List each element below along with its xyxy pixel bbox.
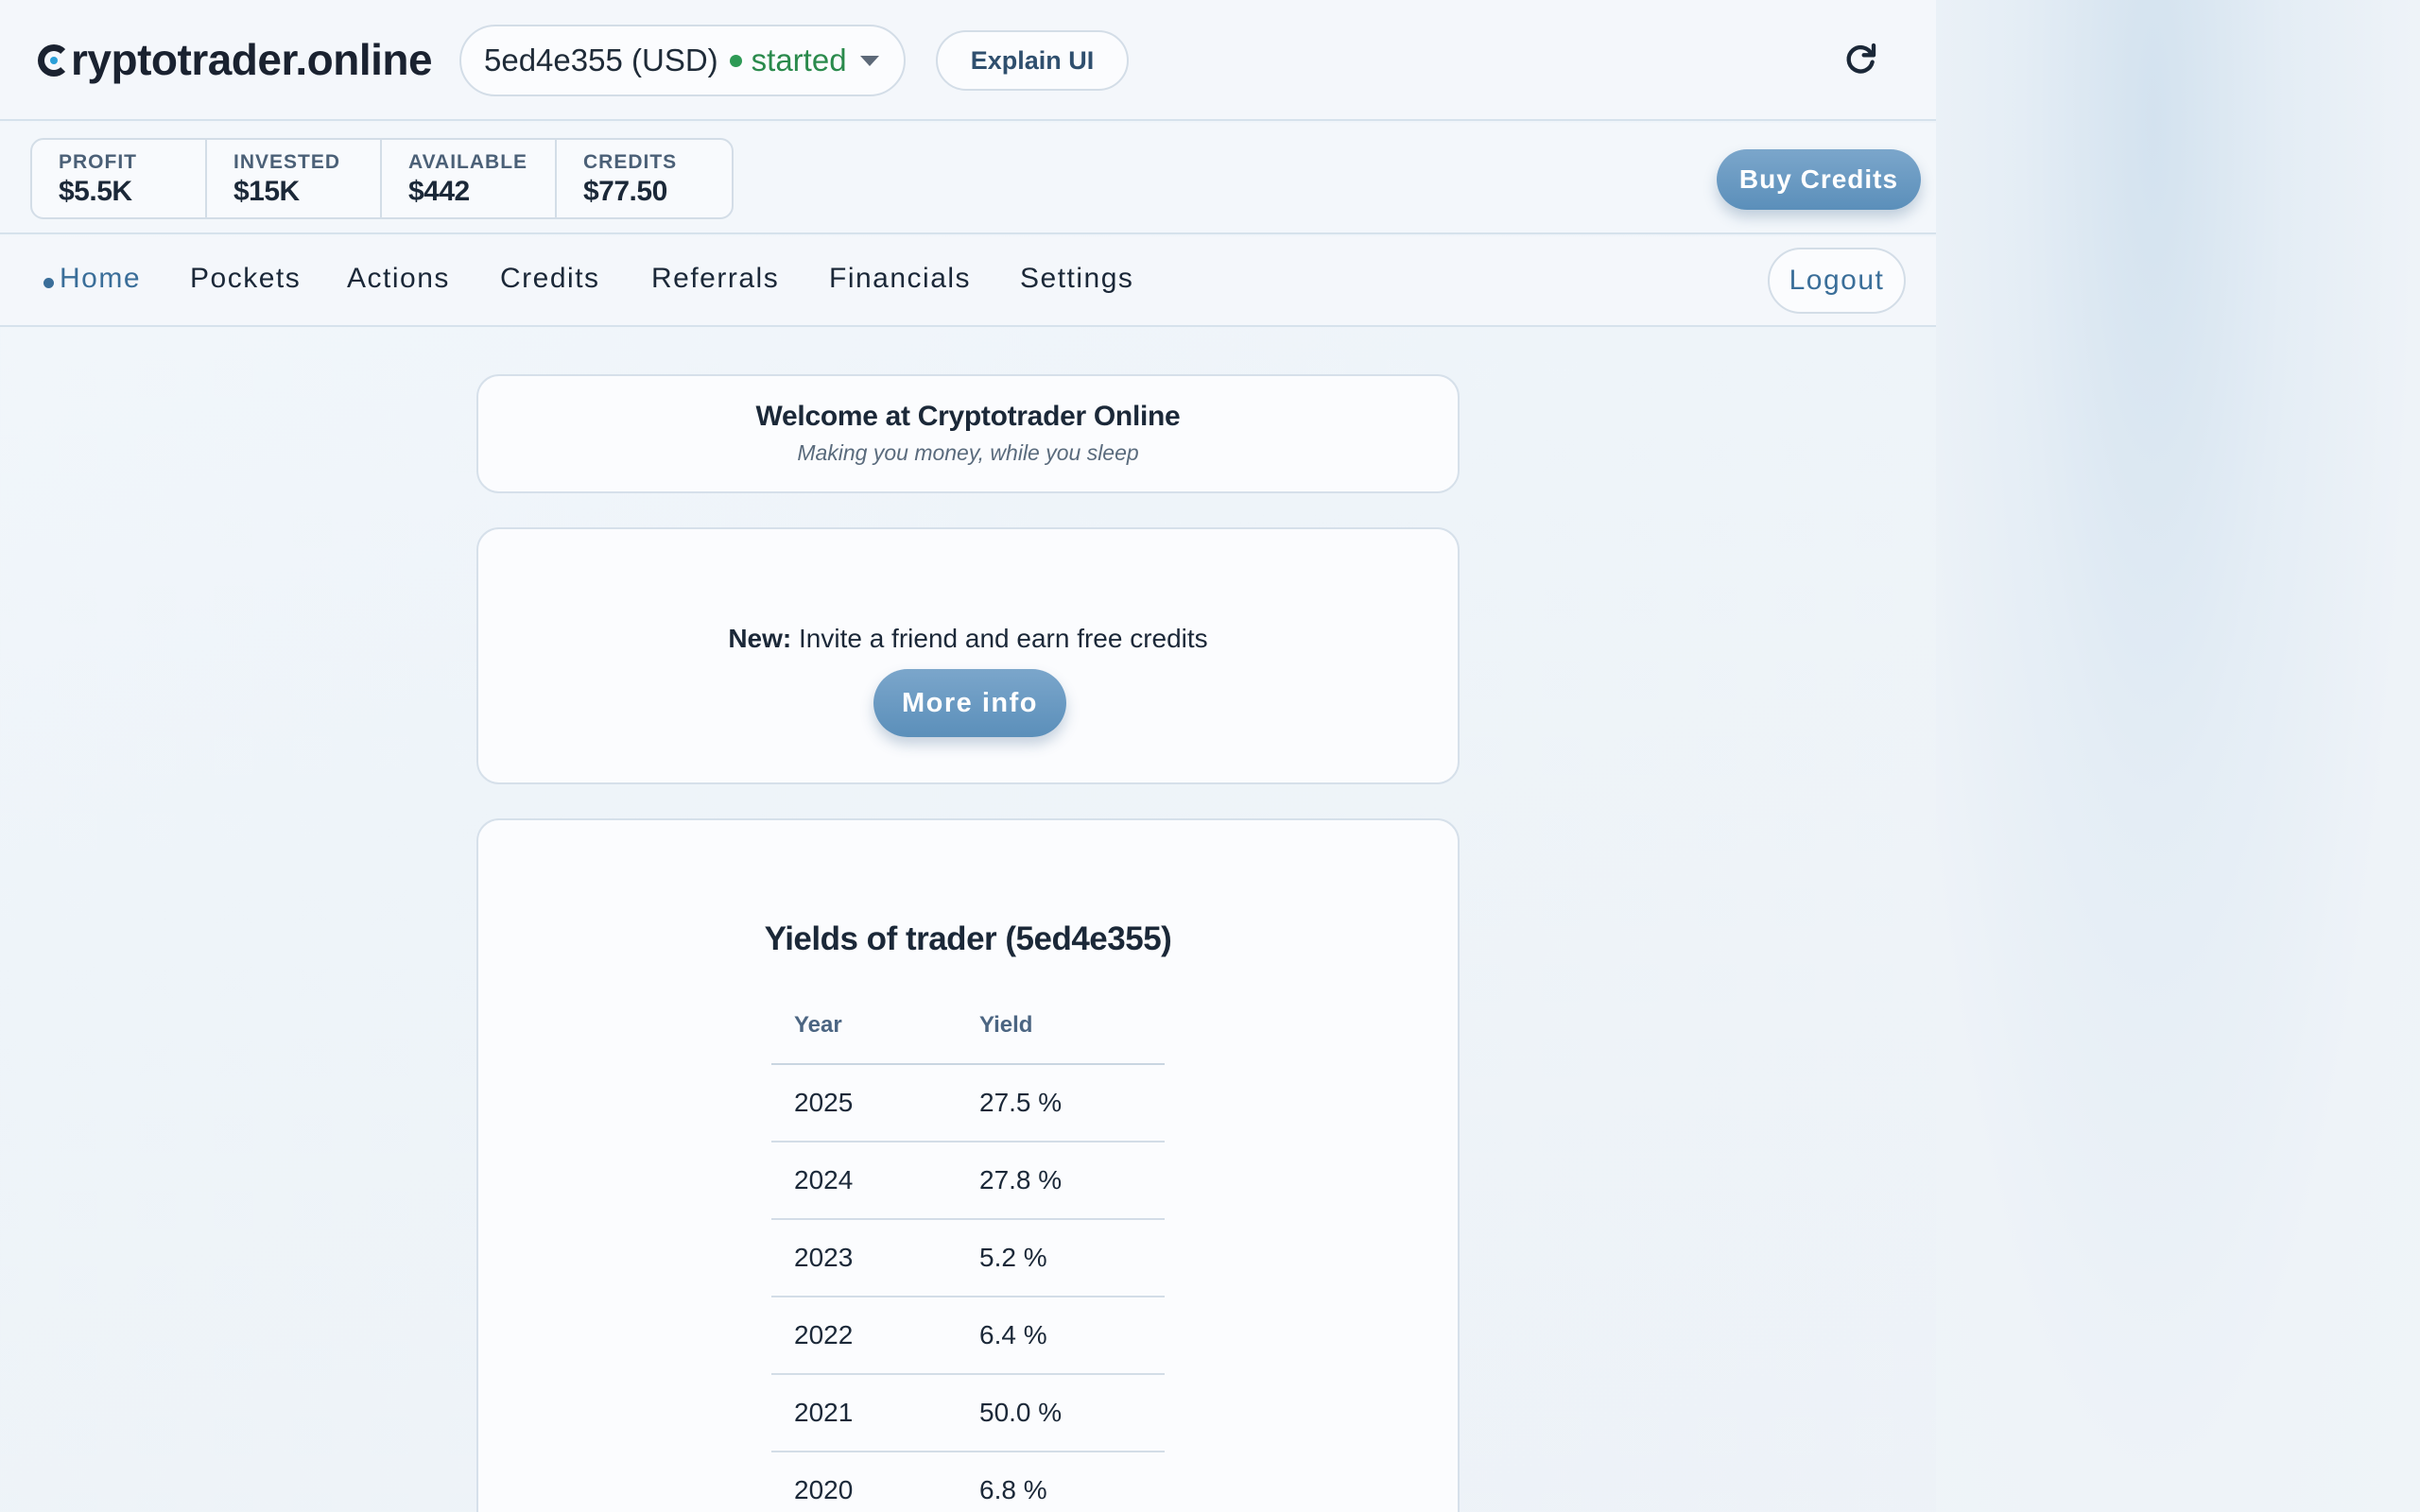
buy-credits-button[interactable]: Buy Credits — [1717, 149, 1921, 210]
stat-value: $5.5K — [59, 176, 132, 207]
chevron-down-icon — [859, 55, 879, 66]
app: ryptotrader.online 5ed4e355 (USD) starte… — [0, 0, 1936, 1512]
logo[interactable]: ryptotrader.online — [38, 34, 433, 85]
yields-table: Year Yield 2025 27.5 % 2024 27.8 % 2023 … — [771, 987, 1165, 1512]
stat-available: AVAILABLE $442 — [382, 140, 557, 217]
nav-item-financials[interactable]: Financials — [829, 263, 971, 295]
stat-label: AVAILABLE — [408, 151, 528, 173]
table-row: 2020 6.8 % — [771, 1452, 1165, 1512]
table-row: 2022 6.4 % — [771, 1297, 1165, 1375]
yield-cell: 27.5 % — [957, 1064, 1165, 1143]
stat-label: PROFIT — [59, 151, 137, 173]
explain-ui-button[interactable]: Explain UI — [936, 30, 1129, 91]
year-cell: 2023 — [771, 1219, 957, 1297]
nav-item-actions[interactable]: Actions — [347, 263, 450, 295]
nav-item-settings[interactable]: Settings — [1020, 263, 1133, 295]
stat-value: $77.50 — [583, 176, 667, 207]
yield-cell: 6.4 % — [957, 1297, 1165, 1375]
logo-icon — [38, 44, 70, 77]
stats-panel: PROFIT $5.5K INVESTED $15K AVAILABLE $44… — [30, 138, 734, 219]
table-row: 2024 27.8 % — [771, 1142, 1165, 1220]
welcome-title: Welcome at Cryptotrader Online — [755, 401, 1181, 432]
stat-credits: CREDITS $77.50 — [557, 140, 732, 217]
referral-promo-card: New: Invite a friend and earn free credi… — [476, 527, 1460, 784]
table-row: 2025 27.5 % — [771, 1064, 1165, 1143]
trader-select[interactable]: 5ed4e355 (USD) started — [459, 25, 906, 96]
top-bar: ryptotrader.online 5ed4e355 (USD) starte… — [0, 0, 1936, 121]
logout-button[interactable]: Logout — [1768, 248, 1906, 314]
welcome-subtitle: Making you money, while you sleep — [797, 440, 1139, 465]
stat-label: INVESTED — [233, 151, 341, 173]
background-glow — [1936, 0, 2420, 1512]
column-header-year: Year — [771, 987, 957, 1065]
year-cell: 2025 — [771, 1064, 957, 1143]
promo-prefix: New: — [728, 624, 792, 653]
nav-item-credits[interactable]: Credits — [500, 263, 600, 295]
year-cell: 2020 — [771, 1452, 957, 1512]
trader-name: 5ed4e355 (USD) — [484, 43, 718, 77]
more-info-button[interactable]: More info — [873, 669, 1066, 737]
year-cell: 2022 — [771, 1297, 957, 1375]
year-cell: 2021 — [771, 1374, 957, 1452]
active-indicator-icon — [43, 278, 54, 288]
stat-label: CREDITS — [583, 151, 678, 173]
yield-cell: 5.2 % — [957, 1219, 1165, 1297]
nav-item-pockets[interactable]: Pockets — [190, 263, 301, 295]
yield-cell: 27.8 % — [957, 1142, 1165, 1220]
stat-invested: INVESTED $15K — [207, 140, 382, 217]
welcome-card: Welcome at Cryptotrader Online Making yo… — [476, 374, 1460, 493]
year-cell: 2024 — [771, 1142, 957, 1220]
nav-item-referrals[interactable]: Referrals — [651, 263, 779, 295]
stat-value: $442 — [408, 176, 470, 207]
stats-bar: PROFIT $5.5K INVESTED $15K AVAILABLE $44… — [0, 123, 1936, 234]
promo-text: New: Invite a friend and earn free credi… — [478, 624, 1458, 654]
table-row: 2023 5.2 % — [771, 1219, 1165, 1297]
trader-status: started — [751, 43, 847, 77]
refresh-icon — [1846, 43, 1876, 74]
yield-cell: 50.0 % — [957, 1374, 1165, 1452]
nav-item-home[interactable]: Home — [60, 263, 141, 295]
stat-value: $15K — [233, 176, 300, 207]
yields-title: Yields of trader (5ed4e355) — [764, 920, 1172, 957]
column-header-yield: Yield — [957, 987, 1165, 1065]
main-nav: Home Pockets Actions Credits Referrals F… — [0, 236, 1936, 327]
promo-message: Invite a friend and earn free credits — [791, 624, 1208, 653]
table-header-row: Year Yield — [771, 987, 1165, 1065]
stat-profit: PROFIT $5.5K — [32, 140, 207, 217]
table-row: 2021 50.0 % — [771, 1374, 1165, 1452]
yield-cell: 6.8 % — [957, 1452, 1165, 1512]
refresh-button[interactable] — [1840, 38, 1881, 79]
logo-text: ryptotrader.online — [71, 35, 433, 84]
status-dot-icon — [729, 54, 742, 67]
yields-card: Yields of trader (5ed4e355) Year Yield 2… — [476, 818, 1460, 1512]
